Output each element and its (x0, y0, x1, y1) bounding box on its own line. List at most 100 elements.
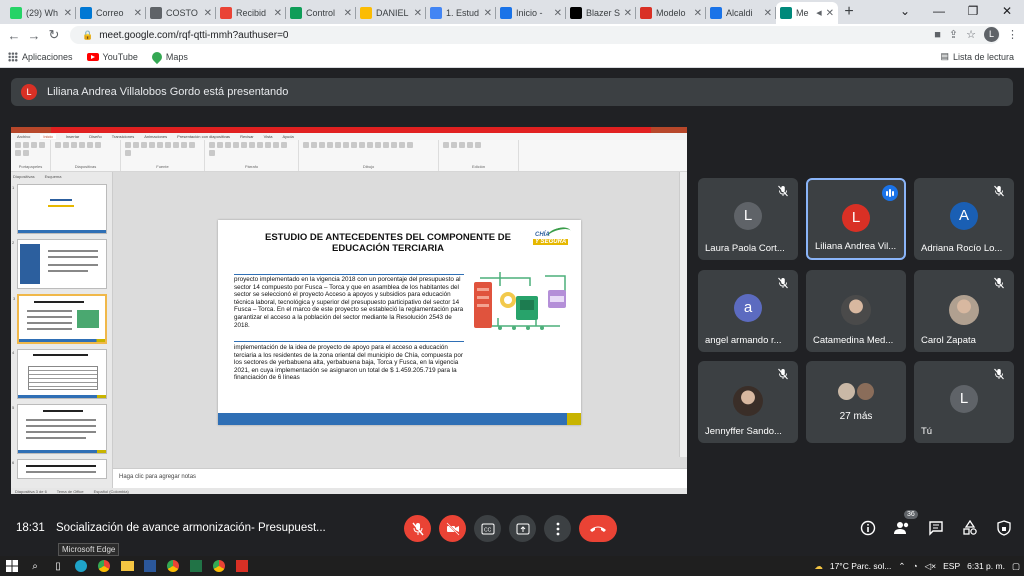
participant-tile[interactable]: Carol Zapata (914, 270, 1014, 352)
bookmark-apps[interactable]: Aplicaciones (8, 51, 73, 62)
ribbon-tab[interactable]: Insertar (66, 134, 80, 139)
file-explorer-icon[interactable] (119, 558, 135, 574)
language-indicator[interactable]: ESP (943, 561, 960, 571)
browser-tab[interactable]: Inicio - ✕ (496, 2, 566, 24)
slide-thumbnail[interactable]: 6 (12, 459, 107, 479)
weather-text[interactable]: 17°C Parc. sol... (830, 561, 892, 571)
menu-icon[interactable]: ⋮ (1007, 28, 1018, 41)
captions-button[interactable]: CC (474, 515, 501, 542)
chevron-up-icon[interactable]: ⌃ (898, 561, 905, 572)
browser-tab[interactable]: Blazer S ✕ (566, 2, 636, 24)
present-screen-button[interactable] (509, 515, 536, 542)
activities-button[interactable] (960, 518, 980, 538)
people-button[interactable]: 36 (892, 510, 918, 538)
minimize-button[interactable]: — (922, 0, 956, 22)
participant-tile[interactable]: L Laura Paola Cort... (698, 178, 798, 260)
bookmark-youtube[interactable]: YouTube (86, 52, 138, 62)
slide-thumbnail[interactable]: 5 (12, 404, 107, 454)
volume-icon[interactable]: ◁× (925, 561, 937, 572)
reading-list-button[interactable]: ▤ Lista de lectura (940, 51, 1014, 62)
tab-search-icon[interactable]: ⌄ (888, 0, 922, 22)
ribbon-tab[interactable]: Inicio (40, 134, 56, 139)
slide-thumbnail[interactable]: 1 (12, 184, 107, 234)
ribbon-tab[interactable]: Transiciones (112, 134, 135, 139)
ribbon-tab[interactable]: Diseño (89, 134, 101, 139)
task-view-icon[interactable]: ▯ (50, 558, 66, 574)
close-tab-icon[interactable]: ✕ (274, 8, 282, 19)
participant-tile[interactable]: A Adriana Rocío Lo... (914, 178, 1014, 260)
reload-icon[interactable]: ↻ (44, 27, 64, 43)
taskbar-clock[interactable]: 6:31 p. m. (967, 561, 1005, 571)
meeting-details-button[interactable] (858, 518, 878, 538)
close-tab-icon[interactable]: ✕ (134, 8, 142, 19)
close-tab-icon[interactable]: ✕ (414, 8, 422, 19)
ribbon-tab[interactable]: Presentación con diapositivas (177, 134, 230, 139)
maximize-button[interactable]: ❐ (956, 0, 990, 22)
ribbon-tab[interactable]: Animaciones (144, 134, 167, 139)
chrome-icon[interactable] (96, 558, 112, 574)
notes-pane[interactable]: Haga clic para agregar notas (113, 468, 687, 488)
slide-thumbnail[interactable]: 4 (12, 349, 107, 399)
browser-tab[interactable]: Alcaldi ✕ (706, 2, 776, 24)
camera-off-button[interactable] (439, 515, 466, 542)
chrome-icon[interactable] (165, 558, 181, 574)
chat-button[interactable] (926, 518, 946, 538)
close-window-button[interactable]: ✕ (990, 0, 1024, 22)
bookmark-maps[interactable]: Maps (149, 49, 188, 64)
close-tab-icon[interactable]: ✕ (764, 8, 772, 19)
ribbon-tab[interactable]: Ayuda (282, 134, 293, 139)
forward-icon[interactable]: → (24, 28, 44, 43)
excel-icon[interactable] (188, 558, 204, 574)
vertical-scrollbar[interactable] (679, 172, 687, 457)
participant-tile[interactable]: Jennyffer Sando... (698, 361, 798, 443)
notifications-icon[interactable]: ▢ (1012, 561, 1020, 572)
back-icon[interactable]: ← (4, 28, 24, 43)
more-participants-tile[interactable]: 27 más (806, 361, 906, 443)
mic-off-button[interactable] (404, 515, 431, 542)
browser-tab[interactable]: Correo ✕ (76, 2, 146, 24)
network-icon[interactable]: ◔ (912, 561, 917, 571)
browser-tab[interactable]: COSTO ✕ (146, 2, 216, 24)
tab-slides[interactable]: Diapositivas (13, 174, 35, 179)
browser-tab-active[interactable]: Me ◀ ✕ (776, 2, 838, 24)
close-tab-icon[interactable]: ✕ (554, 8, 562, 19)
profile-avatar[interactable]: L (984, 27, 999, 42)
search-icon[interactable]: ⌕ (27, 558, 43, 574)
participant-tile[interactable]: L Tú (914, 361, 1014, 443)
participant-tile[interactable]: L Liliana Andrea Vil... (806, 178, 906, 260)
address-bar[interactable]: 🔒 meet.google.com/rqf-qtti-mmh?authuser=… (70, 26, 1000, 44)
browser-tab[interactable]: 1. Estud ✕ (426, 2, 496, 24)
bookmark-star-icon[interactable]: ☆ (966, 28, 976, 41)
participant-tile[interactable]: a angel armando r... (698, 270, 798, 352)
ribbon-tab[interactable]: Revisar (240, 134, 254, 139)
ribbon-tab[interactable]: Archivo (17, 134, 30, 139)
close-tab-icon[interactable]: ✕ (624, 8, 632, 19)
close-tab-icon[interactable]: ✕ (64, 8, 72, 19)
edge-icon[interactable] (73, 558, 89, 574)
participant-tile[interactable]: Catamedina Med... (806, 270, 906, 352)
tab-outline[interactable]: Esquema (45, 174, 62, 179)
windows-start-icon[interactable] (4, 558, 20, 574)
browser-tab[interactable]: Modelo ✕ (636, 2, 706, 24)
close-tab-icon[interactable]: ✕ (694, 8, 702, 19)
close-tab-icon[interactable]: ✕ (826, 8, 834, 19)
close-tab-icon[interactable]: ✕ (204, 8, 212, 19)
browser-tab[interactable]: Control ✕ (286, 2, 356, 24)
host-controls-button[interactable] (994, 518, 1014, 538)
leave-call-button[interactable] (579, 515, 617, 542)
browser-tab[interactable]: Recibid ✕ (216, 2, 286, 24)
share-icon[interactable]: ⇪ (949, 28, 958, 41)
pdf-icon[interactable] (234, 558, 250, 574)
close-tab-icon[interactable]: ✕ (344, 8, 352, 19)
camera-icon[interactable]: ■ (934, 29, 941, 41)
slide-thumbnail[interactable]: 2 (12, 239, 107, 289)
ribbon-tab[interactable]: Vista (264, 134, 273, 139)
browser-tab[interactable]: (29) Wh ✕ (6, 2, 76, 24)
slide-thumbnail-selected[interactable]: 3 (13, 294, 107, 344)
new-tab-button[interactable]: + (838, 2, 860, 24)
word-icon[interactable] (142, 558, 158, 574)
chrome-icon[interactable] (211, 558, 227, 574)
more-options-button[interactable] (544, 515, 571, 542)
tab-audio-icon[interactable]: ◀ (816, 9, 821, 17)
close-tab-icon[interactable]: ✕ (484, 8, 492, 19)
